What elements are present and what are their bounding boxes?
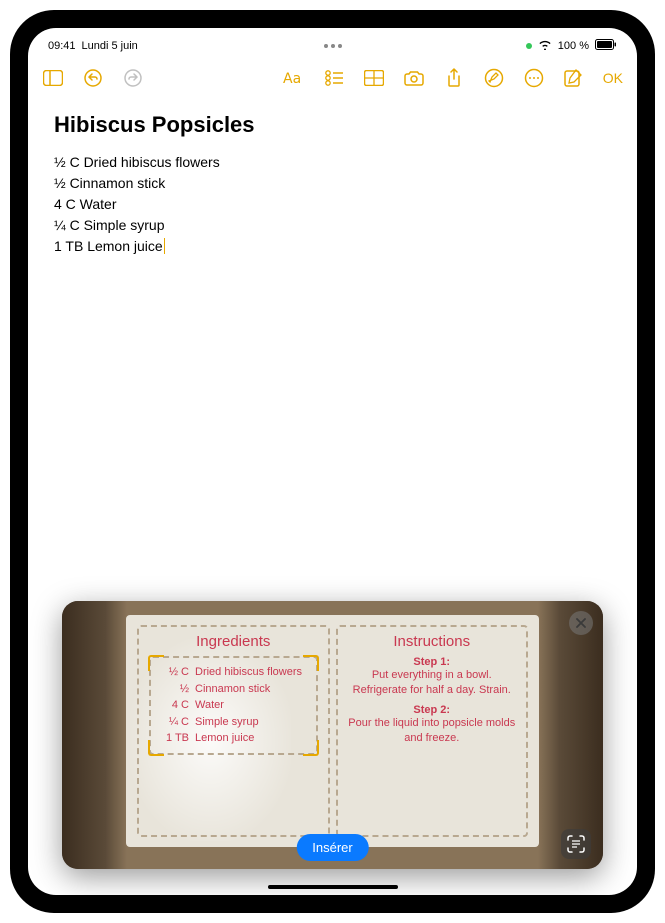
ingredient-row: 1 TBLemon juice xyxy=(155,730,312,747)
instructions-body: Step 1: Put everything in a bowl. Refrig… xyxy=(348,656,517,745)
instructions-heading: Instructions xyxy=(348,633,517,650)
more-icon[interactable] xyxy=(523,67,545,89)
selection-bracket-icon xyxy=(148,655,164,671)
close-button[interactable] xyxy=(569,611,593,635)
battery-icon xyxy=(595,39,617,53)
selection-bracket-icon xyxy=(148,740,164,756)
live-text-icon xyxy=(567,835,585,853)
camera-indicator-icon xyxy=(526,43,532,49)
ingredient-row: ¼ CSimple syrup xyxy=(155,714,312,731)
ingredients-column: Ingredients ½ CDried hibiscus flowers ½C… xyxy=(137,625,330,837)
live-text-panel: Ingredients ½ CDried hibiscus flowers ½C… xyxy=(62,601,603,869)
new-note-icon[interactable] xyxy=(563,67,585,89)
home-indicator[interactable] xyxy=(268,885,398,889)
recipe-card: Ingredients ½ CDried hibiscus flowers ½C… xyxy=(126,615,539,847)
step-text: Pour the liquid into popsicle molds and … xyxy=(348,716,517,746)
note-title[interactable]: Hibiscus Popsicles xyxy=(54,112,611,138)
step-label: Step 1: xyxy=(348,656,517,668)
status-time: 09:41 xyxy=(48,40,76,52)
insert-button[interactable]: Insérer xyxy=(296,834,368,861)
ingredient-row: ½Cinnamon stick xyxy=(155,681,312,698)
toolbar: Aa xyxy=(28,58,637,98)
close-icon xyxy=(576,618,586,628)
battery-percentage: 100 % xyxy=(558,40,589,52)
status-date: Lundi 5 juin xyxy=(82,40,138,52)
selection-bracket-icon xyxy=(303,655,319,671)
ipad-frame: 09:41 Lundi 5 juin 100 % xyxy=(10,10,655,913)
ingredient-row: 4 CWater xyxy=(155,697,312,714)
table-icon[interactable] xyxy=(363,67,385,89)
ingredient-row: ½ CDried hibiscus flowers xyxy=(155,664,312,681)
selection-bracket-icon xyxy=(303,740,319,756)
share-icon[interactable] xyxy=(443,67,465,89)
step-text: Put everything in a bowl. Refrigerate fo… xyxy=(348,668,517,698)
camera-icon[interactable] xyxy=(403,67,425,89)
instructions-column: Instructions Step 1: Put everything in a… xyxy=(336,625,529,837)
multitask-dots-icon[interactable] xyxy=(324,44,342,48)
live-text-toggle-button[interactable] xyxy=(561,829,591,859)
step-label: Step 2: xyxy=(348,704,517,716)
markup-icon[interactable] xyxy=(483,67,505,89)
sidebar-toggle-icon[interactable] xyxy=(42,67,64,89)
wifi-icon xyxy=(538,39,552,53)
status-bar: 09:41 Lundi 5 juin 100 % xyxy=(28,34,637,58)
format-text-icon[interactable]: Aa xyxy=(283,67,305,89)
svg-text:Aa: Aa xyxy=(283,71,301,86)
redo-icon xyxy=(122,67,144,89)
note-body[interactable]: ½ C Dried hibiscus flowers ½ Cinnamon st… xyxy=(54,152,611,257)
text-cursor xyxy=(164,238,166,254)
done-button[interactable]: OK xyxy=(603,70,623,86)
checklist-icon[interactable] xyxy=(323,67,345,89)
undo-icon[interactable] xyxy=(82,67,104,89)
ingredients-box[interactable]: ½ CDried hibiscus flowers ½Cinnamon stic… xyxy=(149,656,318,755)
screen: 09:41 Lundi 5 juin 100 % xyxy=(28,28,637,895)
ingredients-heading: Ingredients xyxy=(149,633,318,650)
